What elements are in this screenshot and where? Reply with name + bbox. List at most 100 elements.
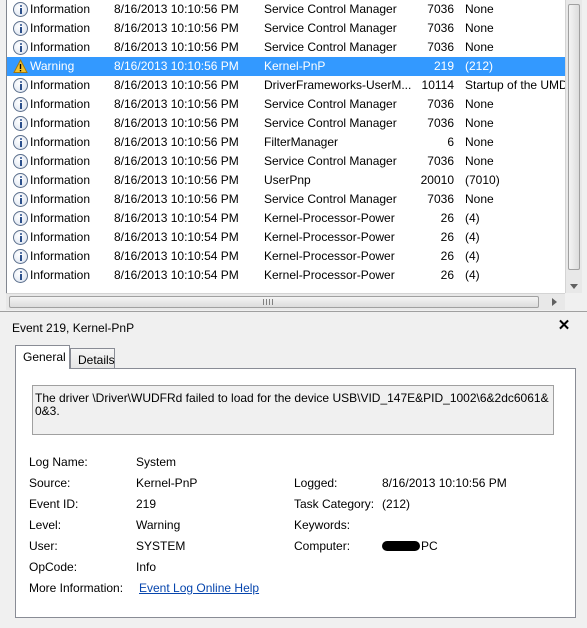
event-list[interactable]: Information 8/16/2013 10:10:56 PM Service … (6, 0, 565, 293)
keywords-label: Keywords: (294, 518, 351, 532)
event-date: 8/16/2013 10:10:56 PM (114, 79, 239, 92)
event-row[interactable]: Information 8/16/2013 10:10:56 PM Service … (7, 190, 565, 209)
event-date: 8/16/2013 10:10:56 PM (114, 60, 239, 73)
event-level: Information (30, 155, 91, 168)
event-row[interactable]: Information 8/16/2013 10:10:54 PM Kernel-P… (7, 209, 565, 228)
event-id: 7036 (427, 22, 454, 35)
event-row[interactable]: Information 8/16/2013 10:10:56 PM Service … (7, 19, 565, 38)
logged-label: Logged: (294, 476, 338, 490)
redaction-mark (382, 541, 420, 551)
event-row[interactable]: Information 8/16/2013 10:10:56 PM UserPnp 2… (7, 171, 565, 190)
event-row[interactable]: Warning 8/16/2013 10:10:56 PM Kernel-PnP 21… (7, 57, 565, 76)
event-id-value: 219 (136, 497, 157, 511)
event-id: 7036 (427, 41, 454, 54)
event-level: Information (30, 79, 91, 92)
tab-details[interactable]: Details (70, 348, 115, 368)
event-level: Information (30, 41, 91, 54)
event-source: Service Control Manager (264, 3, 397, 16)
event-level: Information (30, 117, 91, 130)
event-id: 26 (440, 231, 454, 244)
event-source: Service Control Manager (264, 41, 397, 54)
event-date: 8/16/2013 10:10:54 PM (114, 269, 239, 282)
event-description[interactable]: The driver \Driver\WUDFRd failed to load… (32, 385, 554, 435)
event-source: DriverFrameworks-UserM... (264, 79, 412, 92)
event-level: Information (30, 193, 91, 206)
general-tab-panel: The driver \Driver\WUDFRd failed to load… (15, 368, 576, 618)
event-row[interactable]: Information 8/16/2013 10:10:56 PM Service … (7, 38, 565, 57)
source-label: Source: (29, 476, 71, 490)
event-row[interactable]: Information 8/16/2013 10:10:56 PM FilterMa… (7, 133, 565, 152)
event-id: 7036 (427, 98, 454, 111)
event-source: Service Control Manager (264, 193, 397, 206)
event-task-category: Startup of the UMD (465, 79, 565, 92)
event-source: Kernel-PnP (264, 60, 326, 73)
event-id: 219 (433, 60, 454, 73)
scroll-down-arrow-icon[interactable] (570, 284, 578, 289)
event-level: Information (30, 250, 91, 263)
event-source: Service Control Manager (264, 117, 397, 130)
event-date: 8/16/2013 10:10:56 PM (114, 136, 239, 149)
event-level: Information (30, 212, 91, 225)
event-row[interactable]: Information 8/16/2013 10:10:56 PM Service … (7, 95, 565, 114)
event-source: Kernel-Processor-Power (264, 269, 395, 282)
computer-value: PC (382, 539, 438, 553)
user-label: User: (29, 539, 58, 553)
event-id: 7036 (427, 117, 454, 130)
event-level: Information (30, 269, 91, 282)
horizontal-scrollbar[interactable] (6, 293, 565, 310)
event-row[interactable]: Information 8/16/2013 10:10:56 PM Service … (7, 152, 565, 171)
event-task-category: None (465, 3, 494, 16)
event-id: 7036 (427, 193, 454, 206)
event-row[interactable]: Information 8/16/2013 10:10:54 PM Kernel-P… (7, 247, 565, 266)
event-task-category: (4) (465, 231, 480, 244)
event-row[interactable]: Information 8/16/2013 10:10:56 PM Service … (7, 114, 565, 133)
task-category-value: (212) (382, 497, 411, 511)
info-icon (13, 249, 28, 264)
log-name-value: System (136, 455, 177, 469)
event-task-category: (4) (465, 212, 480, 225)
event-id: 20010 (420, 174, 454, 187)
info-icon (13, 173, 28, 188)
event-row-partial[interactable] (7, 285, 565, 293)
scroll-grip-icon (263, 299, 273, 305)
vertical-scroll-thumb[interactable] (568, 4, 580, 270)
horizontal-scroll-thumb[interactable] (9, 296, 539, 308)
scroll-right-arrow-icon[interactable] (552, 298, 557, 306)
event-task-category: (4) (465, 269, 480, 282)
event-task-category: None (465, 98, 494, 111)
task-category-label: Task Category: (294, 497, 375, 511)
event-task-category: None (465, 117, 494, 130)
close-icon[interactable]: ✕ (556, 318, 572, 334)
event-id: 10114 (421, 79, 454, 92)
event-row[interactable]: Information 8/16/2013 10:10:54 PM Kernel-P… (7, 228, 565, 247)
more-information-label: More Information: (29, 581, 124, 595)
opcode-label: OpCode: (29, 560, 78, 574)
tab-general[interactable]: General (15, 345, 70, 369)
event-row[interactable]: Information 8/16/2013 10:10:54 PM Kernel-P… (7, 266, 565, 285)
event-level: Information (30, 231, 91, 244)
info-icon (13, 40, 28, 55)
event-level: Warning (30, 60, 75, 73)
event-date: 8/16/2013 10:10:56 PM (114, 22, 239, 35)
user-value: SYSTEM (136, 539, 186, 553)
info-icon (13, 211, 28, 226)
event-id: 26 (440, 250, 454, 263)
info-icon (13, 21, 28, 36)
warning-icon (13, 59, 28, 74)
vertical-scrollbar[interactable] (565, 0, 582, 293)
event-row[interactable]: Information 8/16/2013 10:10:56 PM Service … (7, 0, 565, 19)
event-log-online-help-link[interactable]: Event Log Online Help (139, 581, 259, 595)
event-date: 8/16/2013 10:10:56 PM (114, 3, 239, 16)
event-task-category: None (465, 41, 494, 54)
event-date: 8/16/2013 10:10:56 PM (114, 41, 239, 54)
level-label: Level: (29, 518, 62, 532)
event-date: 8/16/2013 10:10:56 PM (114, 193, 239, 206)
event-source: Service Control Manager (264, 22, 397, 35)
log-name-label: Log Name: (29, 455, 88, 469)
details-title: Event 219, Kernel-PnP (12, 321, 135, 335)
event-id: 26 (440, 269, 454, 282)
event-row[interactable]: Information 8/16/2013 10:10:56 PM DriverFr… (7, 76, 565, 95)
event-source: Kernel-Processor-Power (264, 212, 395, 225)
event-level: Information (30, 98, 91, 111)
event-id: 26 (440, 212, 454, 225)
